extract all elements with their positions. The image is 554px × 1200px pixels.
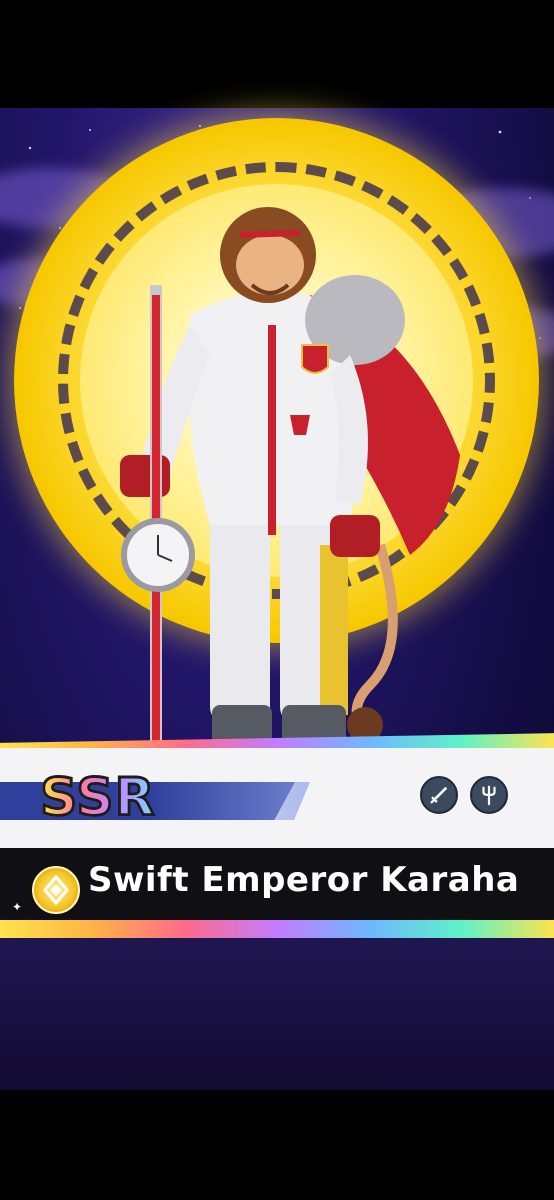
status-bar-area [0, 0, 554, 108]
sparkle-icon: ✦ [12, 900, 23, 914]
trident-icon [470, 776, 508, 814]
sword-icon [420, 776, 458, 814]
character-artwork [120, 207, 460, 765]
character-name: Swift Emperor Karaha [88, 860, 520, 900]
rainbow-trim-bottom [0, 920, 554, 938]
rarity-stripe-highlight [150, 782, 310, 820]
navigation-bar-area [0, 1090, 554, 1200]
rarity-label: SSR [39, 767, 157, 830]
gold-diamond-attribute-icon [32, 866, 80, 914]
